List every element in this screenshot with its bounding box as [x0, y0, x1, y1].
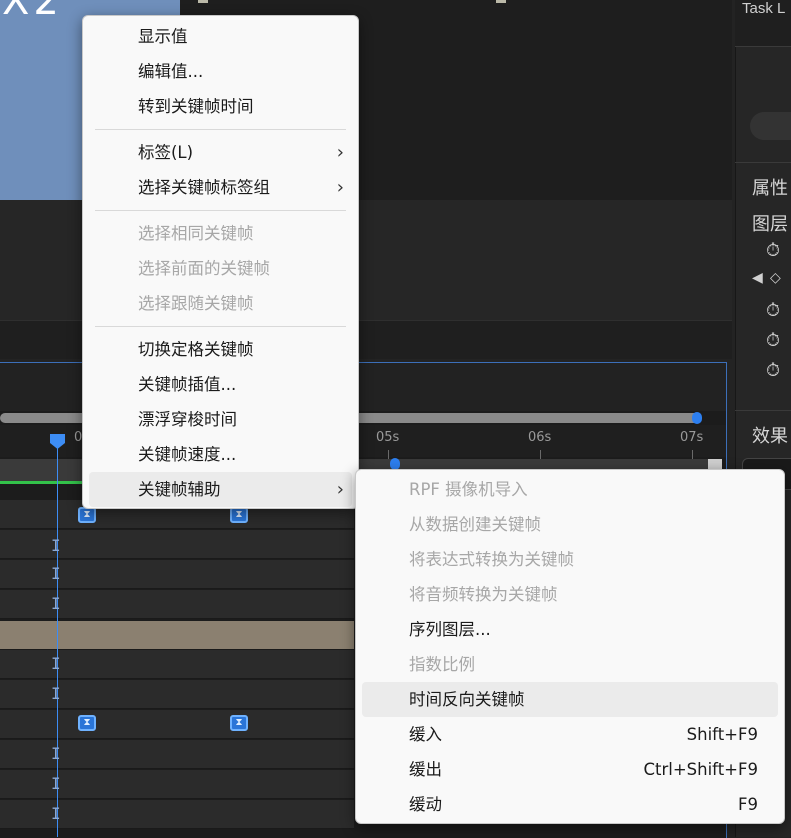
menu-item-label: 缓入	[409, 725, 442, 744]
submenu-item-create-keyframes-from-data[interactable]: 从数据创建关键帧	[356, 507, 784, 542]
menu-item-label: 切换定格关键帧	[138, 340, 254, 359]
submenu-item-sequence-layers[interactable]: 序列图层...	[356, 612, 784, 647]
keyframe-assistant-submenu: RPF 摄像机导入 从数据创建关键帧 将表达式转换为关键帧 将音频转换为关键帧 …	[355, 469, 785, 824]
panel-divider	[735, 162, 791, 163]
keyframe-diamond-icon[interactable]: ◇	[770, 270, 781, 286]
menu-item-edit-value[interactable]: 编辑值...	[83, 54, 358, 89]
shortcut-label: F9	[738, 795, 758, 814]
viewer-marker	[496, 0, 506, 3]
menu-item-show-value[interactable]: 显示值	[83, 19, 358, 54]
menu-item-label: 标签(L)	[138, 143, 194, 162]
render-bar	[0, 481, 90, 484]
menu-item-label: 漂浮穿梭时间	[138, 410, 237, 429]
chevron-right-icon: ›	[336, 177, 344, 198]
menu-item-label: 时间反向关键帧	[409, 690, 525, 709]
menu-item-select-previous-keyframes[interactable]: 选择前面的关键帧	[83, 251, 358, 286]
shortcut-label: Shift+F9	[686, 725, 758, 744]
panel-slider[interactable]	[750, 112, 791, 140]
menu-item-label: 显示值	[138, 27, 188, 46]
submenu-item-rpf-camera-import[interactable]: RPF 摄像机导入	[356, 472, 784, 507]
hold-keyframe-icon[interactable]: I	[51, 776, 61, 792]
stopwatch-icon[interactable]: ⏱	[766, 300, 780, 321]
keyframe-icon[interactable]: ⧗	[78, 507, 96, 523]
submenu-item-easy-ease[interactable]: 缓动 F9	[356, 787, 784, 822]
keyframe-icon[interactable]: ⧗	[230, 507, 248, 523]
submenu-item-time-reverse-keyframes[interactable]: 时间反向关键帧	[362, 682, 778, 717]
menu-item-select-equal-keyframes[interactable]: 选择相同关键帧	[83, 216, 358, 251]
effects-label: 效果	[752, 426, 788, 447]
panel-divider	[735, 410, 791, 411]
ruler-label: 07s	[680, 430, 704, 445]
menu-item-keyframe-assistant[interactable]: 关键帧辅助 ›	[89, 472, 352, 507]
hold-keyframe-icon[interactable]: I	[51, 538, 61, 554]
menu-item-label: 从数据创建关键帧	[409, 515, 541, 534]
viewer-marker	[198, 0, 208, 3]
menu-separator	[95, 210, 346, 211]
stopwatch-icon[interactable]: ⏱	[766, 330, 780, 351]
menu-item-label: 缓动	[409, 795, 442, 814]
menu-item-label: 转到关键帧时间	[138, 97, 254, 116]
chevron-right-icon: ›	[336, 479, 344, 500]
keyframe-icon[interactable]: ⧗	[78, 715, 96, 731]
menu-item-go-to-keyframe-time[interactable]: 转到关键帧时间	[83, 89, 358, 124]
menu-item-label: 关键帧插值...	[138, 375, 237, 394]
menu-item-keyframe-interpolation[interactable]: 关键帧插值...	[83, 367, 358, 402]
keyframe-icon[interactable]: ⧗	[230, 715, 248, 731]
menu-item-label: RPF 摄像机导入	[409, 480, 528, 499]
stopwatch-icon[interactable]: ⏱	[766, 360, 780, 381]
submenu-item-easy-ease-out[interactable]: 缓出 Ctrl+Shift+F9	[356, 752, 784, 787]
menu-item-select-following-keyframes[interactable]: 选择跟随关键帧	[83, 286, 358, 321]
hold-keyframe-icon[interactable]: I	[51, 686, 61, 702]
menu-item-label: 将表达式转换为关键帧	[409, 550, 574, 569]
submenu-item-easy-ease-in[interactable]: 缓入 Shift+F9	[356, 717, 784, 752]
triangle-left-icon[interactable]: ◀	[752, 270, 763, 286]
stopwatch-icon[interactable]: ⏱	[766, 240, 780, 261]
hold-keyframe-icon[interactable]: I	[51, 806, 61, 822]
submenu-item-convert-expression-to-keyframes[interactable]: 将表达式转换为关键帧	[356, 542, 784, 577]
menu-separator	[95, 326, 346, 327]
hold-keyframe-icon[interactable]: I	[51, 566, 61, 582]
menu-item-label: 选择前面的关键帧	[138, 259, 270, 278]
timeline-row[interactable]	[0, 710, 354, 739]
menu-item-label: 序列图层...	[409, 620, 491, 639]
menu-item-label: 选择关键帧标签组	[138, 178, 270, 197]
menu-item-label: 缓出	[409, 760, 442, 779]
context-menu: 显示值 编辑值... 转到关键帧时间 标签(L) › 选择关键帧标签组 › 选择…	[82, 15, 359, 509]
menu-item-label: 将音频转换为关键帧	[409, 585, 558, 604]
shortcut-label: Ctrl+Shift+F9	[643, 760, 758, 779]
menu-item-label: 编辑值...	[138, 62, 204, 81]
submenu-item-convert-audio-to-keyframes[interactable]: 将音频转换为关键帧	[356, 577, 784, 612]
menu-item-label-submenu[interactable]: 标签(L) ›	[83, 135, 358, 170]
hold-keyframe-icon[interactable]: I	[51, 596, 61, 612]
time-navigator-handle[interactable]	[692, 412, 702, 424]
hold-keyframe-icon[interactable]: I	[51, 656, 61, 672]
menu-item-label: 关键帧速度...	[138, 445, 237, 464]
submenu-item-exponential-scale[interactable]: 指数比例	[356, 647, 784, 682]
menu-item-label: 关键帧辅助	[138, 480, 221, 499]
layer-bar[interactable]	[0, 621, 354, 650]
properties-label: 属性	[752, 178, 788, 199]
ruler-label: 06s	[528, 430, 552, 445]
menu-item-keyframe-velocity[interactable]: 关键帧速度...	[83, 437, 358, 472]
layer-label: 图层	[752, 214, 788, 235]
menu-item-select-keyframe-label-group[interactable]: 选择关键帧标签组 ›	[83, 170, 358, 205]
menu-item-label: 选择跟随关键帧	[138, 294, 254, 313]
chevron-right-icon: ›	[336, 142, 344, 163]
menu-item-label: 选择相同关键帧	[138, 224, 254, 243]
menu-item-toggle-hold-keyframe[interactable]: 切换定格关键帧	[83, 332, 358, 367]
task-list-label: Task L	[742, 0, 786, 17]
comp-preview-text: X2	[2, 0, 63, 24]
menu-item-label: 指数比例	[409, 655, 475, 674]
ruler-label: 05s	[376, 430, 400, 445]
menu-separator	[95, 129, 346, 130]
menu-item-rove-across-time[interactable]: 漂浮穿梭时间	[83, 402, 358, 437]
hold-keyframe-icon[interactable]: I	[51, 746, 61, 762]
